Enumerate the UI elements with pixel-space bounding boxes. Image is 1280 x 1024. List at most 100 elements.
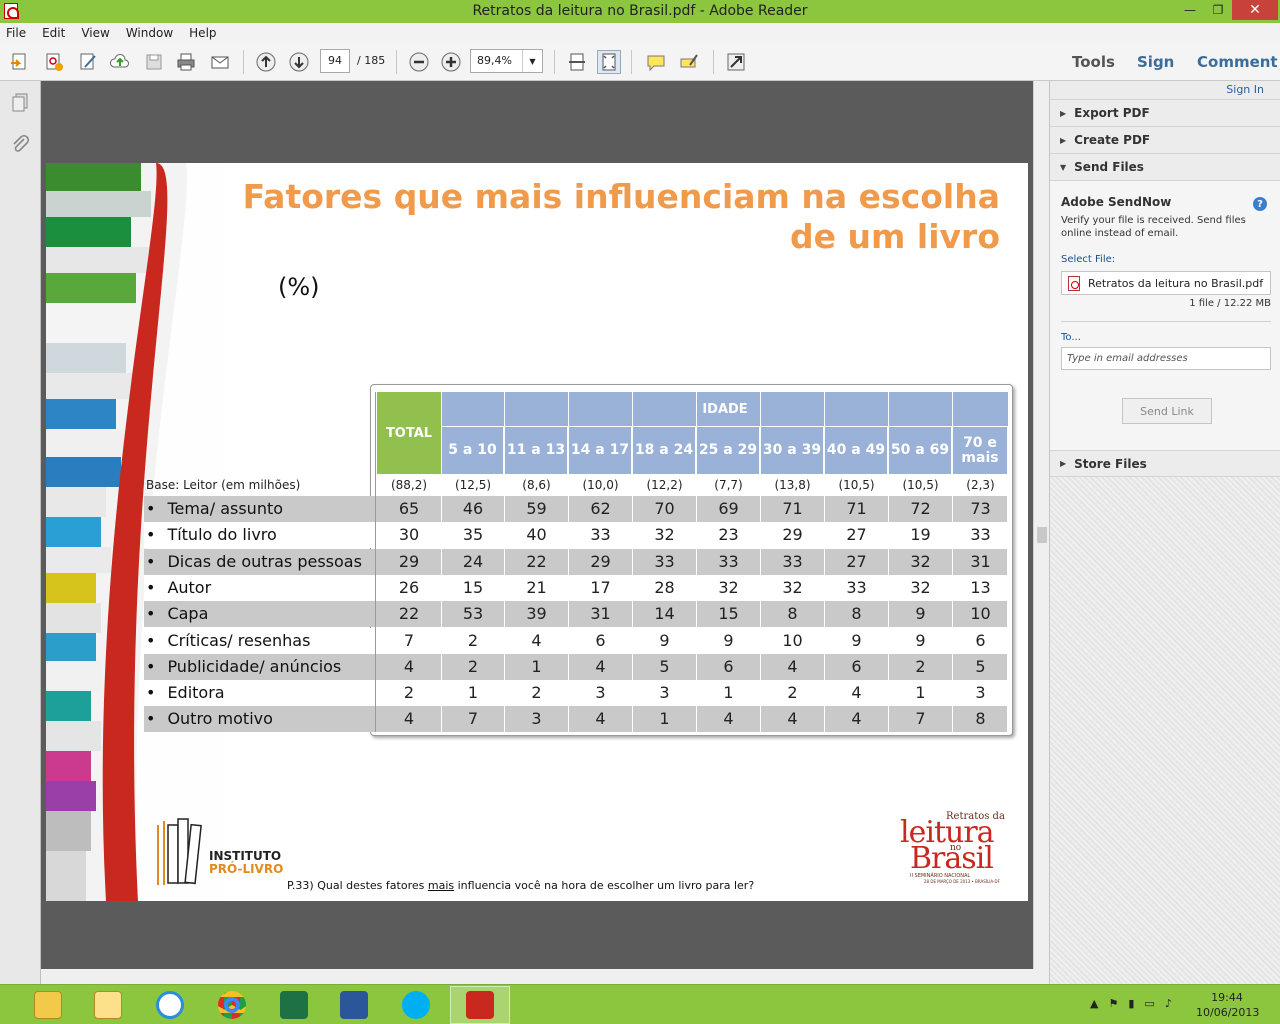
- row-label: • Dicas de outras pessoas: [146, 549, 362, 575]
- menu-help[interactable]: Help: [189, 26, 216, 40]
- table-cell: 32: [910, 552, 931, 571]
- fit-page-icon[interactable]: [597, 50, 621, 74]
- menu-file[interactable]: File: [6, 26, 26, 40]
- zoom-in-icon[interactable]: [439, 50, 463, 74]
- tab-comment[interactable]: Comment: [1197, 53, 1278, 71]
- store-files-panel[interactable]: ▶ Store Files: [1050, 450, 1280, 477]
- menu-edit[interactable]: Edit: [42, 26, 65, 40]
- create-pdf-panel[interactable]: ▶ Create PDF: [1050, 126, 1280, 153]
- zoom-select[interactable]: 89,4% ▼: [470, 49, 543, 73]
- pages-icon[interactable]: [9, 91, 31, 113]
- chevron-down-icon[interactable]: ▼: [522, 50, 542, 72]
- send-files-panel[interactable]: ▼ Send Files: [1050, 153, 1280, 180]
- scrollbar-thumb[interactable]: [1037, 527, 1047, 543]
- table-cell: 33: [718, 552, 739, 571]
- battery-icon[interactable]: ▭: [1144, 997, 1154, 1010]
- table-cell: 4: [787, 657, 798, 676]
- table-cell: 32: [718, 578, 739, 597]
- word-task[interactable]: [324, 986, 384, 1024]
- column-separator: [888, 392, 889, 732]
- vertical-scrollbar[interactable]: [1033, 81, 1049, 984]
- table-cell: 29: [782, 525, 803, 544]
- fullscreen-icon[interactable]: [724, 50, 748, 74]
- table-cell: 22: [398, 604, 420, 623]
- horizontal-scrollbar[interactable]: [41, 969, 1049, 984]
- header-idade: IDADE: [442, 392, 1008, 426]
- attachment-icon[interactable]: [9, 133, 31, 155]
- previous-page-icon[interactable]: [254, 50, 278, 74]
- table-cell: 1: [467, 683, 479, 702]
- base-value: (12,2): [646, 478, 683, 492]
- triangle-right-icon: ▶: [1060, 459, 1067, 468]
- table-cell: 6: [723, 657, 734, 676]
- print-icon[interactable]: [174, 50, 198, 74]
- file-explorer-task[interactable]: [18, 986, 78, 1024]
- row-label: • Título do livro: [146, 522, 277, 548]
- cloud-upload-icon[interactable]: [108, 50, 132, 74]
- table-cell: 4: [851, 683, 862, 702]
- skype-task[interactable]: [386, 986, 446, 1024]
- menu-window[interactable]: Window: [126, 26, 173, 40]
- page-number-input[interactable]: 94: [320, 49, 350, 73]
- sticky-note-icon[interactable]: [644, 50, 668, 74]
- help-icon[interactable]: ?: [1253, 197, 1267, 211]
- highlight-icon[interactable]: [677, 50, 701, 74]
- flag-icon[interactable]: ⚑: [1108, 997, 1118, 1010]
- row-label-text: Outro motivo: [167, 709, 273, 728]
- tab-sign[interactable]: Sign: [1137, 53, 1174, 71]
- clock[interactable]: 19:44 10/06/2013: [1196, 990, 1259, 1020]
- fit-width-icon[interactable]: [565, 50, 589, 74]
- table-cell: 7: [467, 709, 479, 728]
- base-label: Base: Leitor (em milhões): [146, 478, 301, 492]
- save-icon[interactable]: [142, 50, 166, 74]
- menu-view[interactable]: View: [81, 26, 109, 40]
- row-label: • Outro motivo: [146, 706, 273, 732]
- chevron-up-icon[interactable]: ▲: [1090, 997, 1098, 1010]
- pdf-page: Fatores que mais influenciam na escolha …: [46, 163, 1028, 901]
- panel-label: Create PDF: [1074, 133, 1151, 147]
- create-pdf-icon[interactable]: [42, 50, 66, 74]
- outlook-task[interactable]: [78, 986, 138, 1024]
- edit-icon[interactable]: [76, 50, 100, 74]
- tab-tools[interactable]: Tools: [1072, 53, 1115, 71]
- minimize-button[interactable]: —: [1176, 0, 1204, 20]
- excel-task[interactable]: [264, 986, 324, 1024]
- footnote-underlined: mais: [427, 879, 455, 892]
- select-file-field[interactable]: Retratos da leitura no Brasil.pdf: [1061, 271, 1271, 295]
- table-cell: 6: [975, 631, 986, 650]
- zoom-out-icon[interactable]: [407, 50, 431, 74]
- slide-title: Fatores que mais influenciam na escolha …: [240, 177, 1000, 257]
- email-input[interactable]: Type in email addresses: [1061, 347, 1271, 370]
- open-file-icon[interactable]: [8, 50, 32, 74]
- table-cell: 23: [718, 525, 739, 544]
- network-icon[interactable]: ▮: [1128, 997, 1134, 1010]
- table-cell: 4: [403, 709, 415, 728]
- unit-label: (%): [278, 273, 320, 301]
- internet-explorer-task[interactable]: [140, 986, 200, 1024]
- header-total: TOTAL: [377, 392, 441, 474]
- bullet-icon: •: [146, 578, 156, 597]
- export-pdf-panel[interactable]: ▶ Export PDF: [1050, 99, 1280, 126]
- send-link-button[interactable]: Send Link: [1122, 398, 1212, 424]
- column-separator: [441, 392, 442, 732]
- panel-label: Export PDF: [1074, 106, 1150, 120]
- email-icon[interactable]: [208, 50, 232, 74]
- table-cell: 7: [915, 709, 926, 728]
- row-label-text: Tema/ assunto: [167, 499, 284, 518]
- panel-label: Store Files: [1074, 456, 1147, 471]
- excel-icon: [280, 991, 308, 1019]
- table-cell: 2: [787, 683, 798, 702]
- table-cell: 27: [846, 525, 867, 544]
- close-button[interactable]: ✕: [1232, 0, 1278, 20]
- maximize-button[interactable]: ❐: [1204, 0, 1232, 20]
- bullet-icon: •: [146, 552, 156, 571]
- slide-title-line1: Fatores que mais influenciam na escolha: [242, 177, 1000, 216]
- page-total: / 185: [357, 54, 386, 67]
- folder-icon: [34, 991, 62, 1019]
- volume-icon[interactable]: ♪: [1165, 997, 1172, 1010]
- bullet-icon: •: [146, 525, 156, 544]
- sign-in-link[interactable]: Sign In: [1226, 83, 1264, 96]
- adobe-reader-task[interactable]: [450, 986, 510, 1024]
- chrome-task[interactable]: [202, 986, 262, 1024]
- next-page-icon[interactable]: [287, 50, 311, 74]
